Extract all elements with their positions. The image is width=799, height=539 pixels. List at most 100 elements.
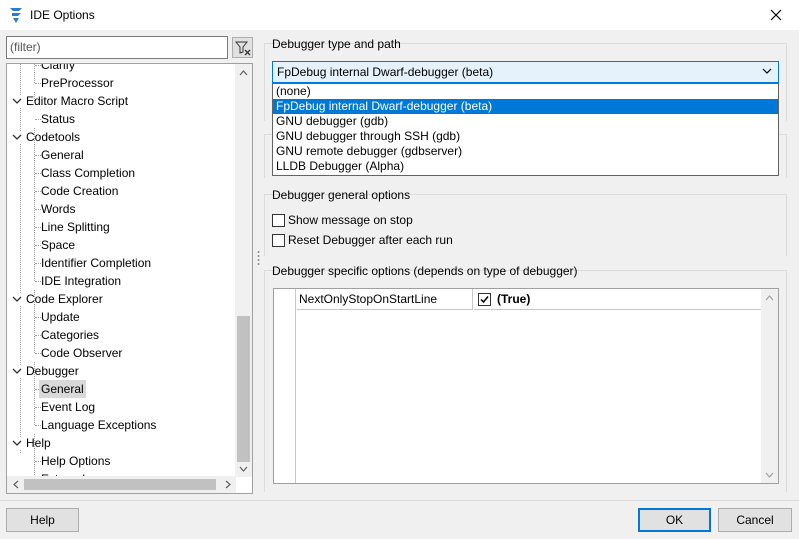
- tree-item-label: Class Completion: [41, 166, 136, 180]
- tree-item[interactable]: Code Creation: [7, 182, 237, 200]
- property-name-cell[interactable]: NextOnlyStopOnStartLine: [297, 289, 473, 310]
- tree-item-label: Event Log: [41, 400, 96, 414]
- expand-chevron-icon[interactable]: [11, 365, 23, 377]
- tree-item-label: Help Options: [41, 454, 111, 468]
- expand-chevron-icon[interactable]: [11, 131, 23, 143]
- tree-item-label: Identifier Completion: [41, 256, 152, 270]
- tree-item[interactable]: General: [7, 146, 237, 164]
- scroll-up-arrow-icon[interactable]: [235, 64, 252, 81]
- lazarus-app-icon: [10, 8, 22, 23]
- tree-item[interactable]: Help: [7, 434, 237, 452]
- tree-item[interactable]: Line Splitting: [7, 218, 237, 236]
- show-message-checkbox[interactable]: [272, 214, 285, 227]
- tree-hscroll-thumb[interactable]: [24, 479, 216, 490]
- dropdown-option[interactable]: FpDebug internal Dwarf-debugger (beta): [273, 99, 778, 114]
- tree-item[interactable]: Event Log: [7, 398, 237, 416]
- tree-item-label: Debugger: [26, 364, 79, 378]
- splitter-grip-icon[interactable]: [257, 250, 260, 268]
- scroll-right-arrow-icon[interactable]: [219, 476, 236, 493]
- scroll-down-arrow-icon[interactable]: [235, 460, 252, 477]
- tree-item[interactable]: Editor Macro Script: [7, 92, 237, 110]
- tree-item[interactable]: Help Options: [7, 452, 237, 470]
- tree-item-label: General: [39, 380, 86, 398]
- tree-item-label: General: [41, 148, 84, 162]
- debugger-type-dropdown-list[interactable]: (none) FpDebug internal Dwarf-debugger (b…: [272, 83, 779, 176]
- tree-item[interactable]: Update: [7, 308, 237, 326]
- property-grid-indicator-column: [274, 289, 296, 483]
- bottom-separator: [0, 500, 799, 501]
- title-bar: IDE Options: [0, 0, 799, 30]
- property-grid-scrollbar[interactable]: [761, 289, 778, 483]
- general-options-group-title: Debugger general options: [272, 188, 411, 202]
- property-value-text: (True): [497, 292, 531, 306]
- close-icon: [770, 9, 782, 21]
- show-message-label: Show message on stop: [288, 213, 413, 227]
- tree-item[interactable]: Words: [7, 200, 237, 218]
- dropdown-option[interactable]: GNU debugger through SSH (gdb): [273, 129, 778, 144]
- tree-item[interactable]: Debugger: [7, 362, 237, 380]
- tree-item[interactable]: Code Explorer: [7, 290, 237, 308]
- tree-item-label: Update: [41, 310, 80, 324]
- tree-item-label: Clarify: [41, 63, 76, 72]
- tree-item[interactable]: Codetools: [7, 128, 237, 146]
- checkmark-icon: [480, 296, 489, 304]
- tree-vertical-scrollbar[interactable]: [235, 64, 252, 477]
- dropdown-option[interactable]: (none): [273, 84, 778, 99]
- property-value-cell[interactable]: (True): [474, 289, 761, 310]
- tree-item-label: IDE Integration: [41, 274, 122, 288]
- dropdown-option[interactable]: LLDB Debugger (Alpha): [273, 159, 778, 174]
- tree-horizontal-scrollbar[interactable]: [7, 476, 236, 493]
- tree-item[interactable]: Code Observer: [7, 344, 237, 362]
- tree-item-label: Codetools: [26, 130, 81, 144]
- scroll-left-arrow-icon[interactable]: [7, 476, 24, 493]
- tree-vscroll-thumb[interactable]: [237, 316, 250, 462]
- reset-debugger-checkbox[interactable]: [272, 234, 285, 247]
- expand-chevron-icon[interactable]: [11, 437, 23, 449]
- options-tree[interactable]: Clarify PreProcessor Editor Macro Script St…: [6, 63, 253, 494]
- chevron-down-icon: [762, 68, 772, 74]
- cancel-button[interactable]: Cancel: [718, 508, 792, 532]
- tree-item-label: Words: [41, 202, 76, 216]
- specific-options-group-title: Debugger specific options (depends on ty…: [272, 264, 578, 278]
- tree-item-label: Language Exceptions: [41, 418, 157, 432]
- tree-item[interactable]: Space: [7, 236, 237, 254]
- tree-item[interactable]: General: [7, 380, 237, 398]
- property-grid[interactable]: NextOnlyStopOnStartLine (True): [273, 288, 779, 484]
- tree-item[interactable]: IDE Integration: [7, 272, 237, 290]
- property-value-checkbox[interactable]: [478, 293, 491, 306]
- tree-item[interactable]: Class Completion: [7, 164, 237, 182]
- reset-debugger-label: Reset Debugger after each run: [288, 233, 453, 247]
- tree-item[interactable]: Identifier Completion: [7, 254, 237, 272]
- tree-item-label: Space: [41, 238, 76, 252]
- filter-clear-icon: [234, 41, 250, 55]
- tree-item-label: Help: [26, 436, 51, 450]
- tree-item[interactable]: Status: [7, 110, 237, 128]
- window-title: IDE Options: [30, 8, 95, 22]
- tree-item-label: Line Splitting: [41, 220, 110, 234]
- tree-item-label: Code Creation: [41, 184, 119, 198]
- grid-scroll-down-arrow-icon[interactable]: [761, 466, 778, 483]
- dropdown-option[interactable]: GNU debugger (gdb): [273, 114, 778, 129]
- debugger-type-selected: FpDebug internal Dwarf-debugger (beta): [277, 65, 494, 79]
- clear-filter-button[interactable]: [232, 37, 253, 58]
- close-button[interactable]: [753, 0, 799, 30]
- tree-item-label: Categories: [41, 328, 100, 342]
- tree-item[interactable]: Language Exceptions: [7, 416, 237, 434]
- tree-item-label: Status: [41, 112, 76, 126]
- help-button[interactable]: Help: [6, 508, 79, 532]
- grid-scroll-up-arrow-icon[interactable]: [761, 289, 778, 306]
- tree-item-label: PreProcessor: [41, 76, 114, 90]
- dropdown-option[interactable]: GNU remote debugger (gdbserver): [273, 144, 778, 159]
- debugger-type-group-title: Debugger type and path: [272, 37, 401, 51]
- tree-item-label: Code Explorer: [26, 292, 103, 306]
- expand-chevron-icon[interactable]: [11, 95, 23, 107]
- tree-item[interactable]: Categories: [7, 326, 237, 344]
- tree-item-label: Editor Macro Script: [26, 94, 129, 108]
- debugger-type-combobox[interactable]: FpDebug internal Dwarf-debugger (beta): [272, 61, 779, 83]
- tree-item[interactable]: PreProcessor: [7, 74, 237, 92]
- expand-chevron-icon[interactable]: [11, 293, 23, 305]
- filter-input[interactable]: (filter): [6, 36, 228, 59]
- tree-item[interactable]: Clarify: [7, 63, 237, 74]
- tree-item-label: Code Observer: [41, 346, 123, 360]
- ok-button[interactable]: OK: [638, 508, 711, 532]
